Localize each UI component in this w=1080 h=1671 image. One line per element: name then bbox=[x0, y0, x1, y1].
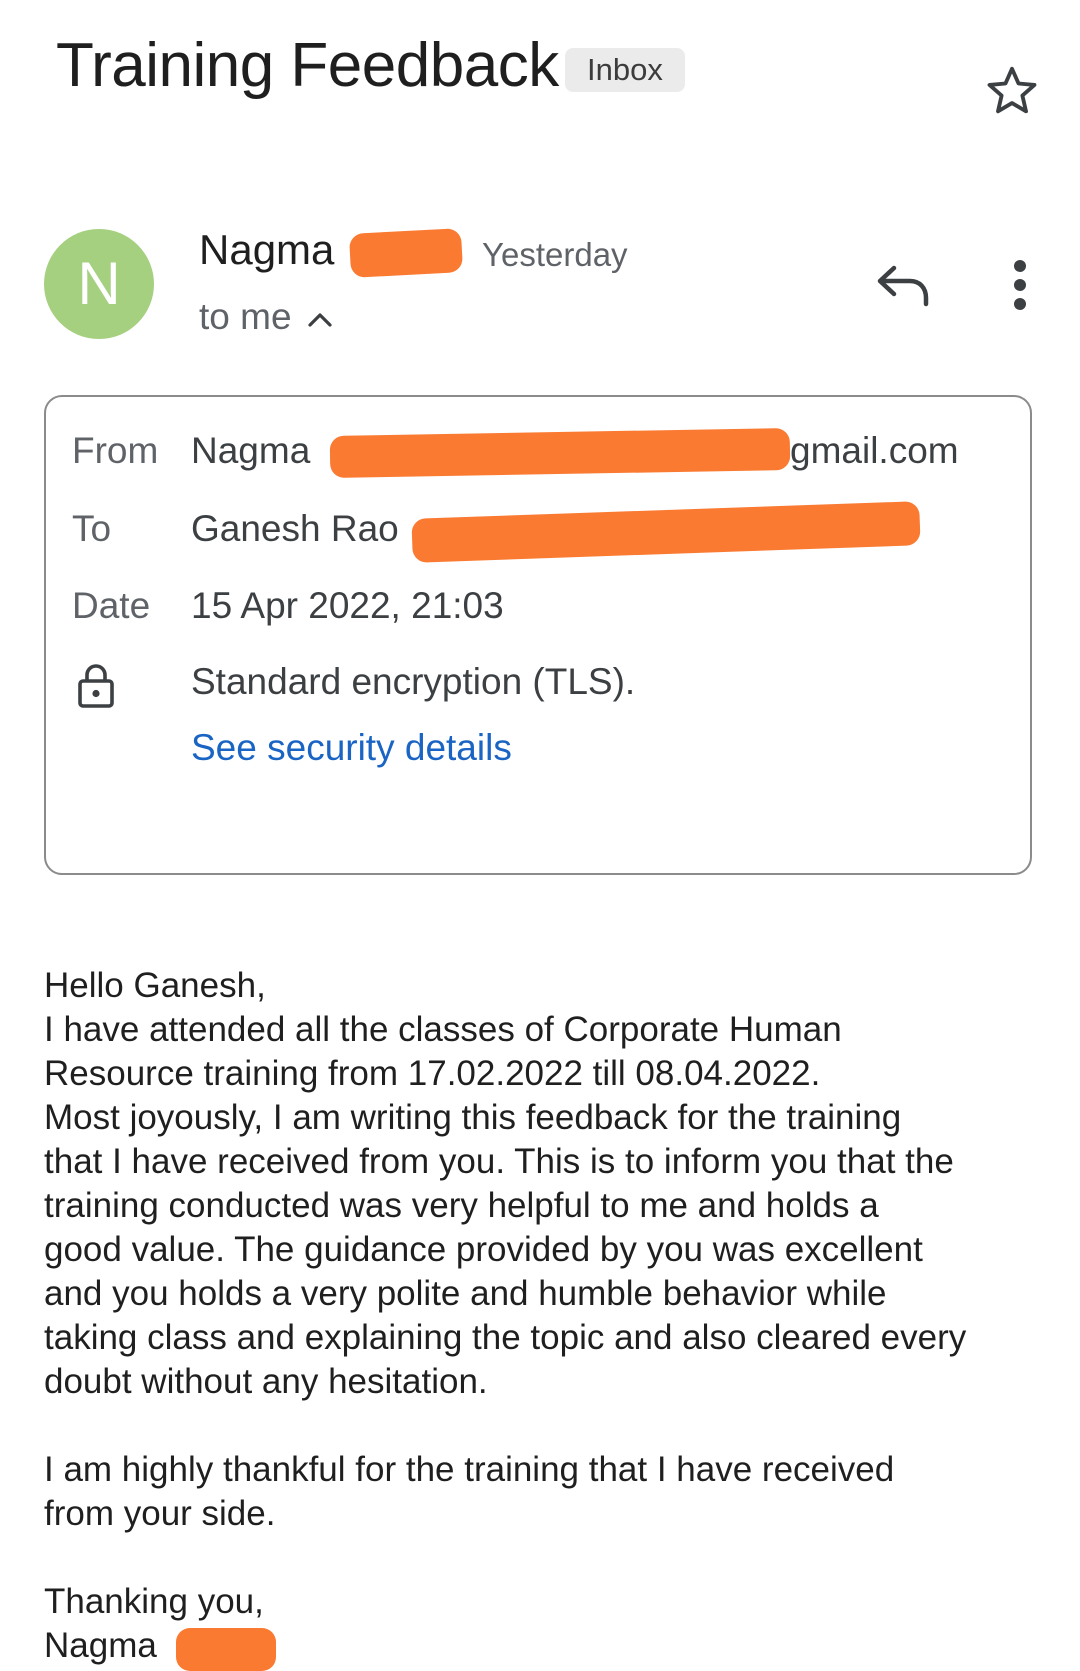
from-name: Nagma bbox=[191, 430, 311, 471]
recipient-summary: to me bbox=[199, 296, 292, 337]
date-label: Date bbox=[72, 585, 151, 626]
recipient-toggle[interactable]: to me bbox=[199, 296, 334, 338]
star-outline-icon bbox=[987, 66, 1037, 114]
inbox-label-chip[interactable]: Inbox bbox=[565, 48, 685, 92]
sender-avatar[interactable]: N bbox=[44, 229, 154, 339]
body-paragraph: I am highly thankful for the training th… bbox=[44, 1450, 895, 1533]
reply-button[interactable] bbox=[874, 262, 932, 308]
lock-icon bbox=[77, 663, 115, 709]
redaction-mark bbox=[329, 427, 791, 479]
closing-line: Thanking you, bbox=[44, 1582, 264, 1621]
to-label: To bbox=[72, 508, 112, 549]
reply-icon bbox=[877, 265, 929, 307]
encryption-text: Standard encryption (TLS). bbox=[191, 661, 636, 702]
see-security-details-link[interactable]: See security details bbox=[191, 727, 512, 769]
to-name: Ganesh Rao bbox=[191, 508, 399, 549]
chevron-up-icon bbox=[307, 313, 332, 327]
date-value: 15 Apr 2022, 21:03 bbox=[191, 585, 504, 626]
body-paragraph: Hello Ganesh, I have attended all the cl… bbox=[44, 966, 967, 1401]
sender-name[interactable]: Nagma bbox=[199, 226, 334, 274]
from-label: From bbox=[72, 430, 159, 471]
from-email-fragment: gmail.com bbox=[790, 430, 959, 471]
message-time: Yesterday bbox=[482, 236, 628, 273]
email-subject: Training Feedback bbox=[56, 31, 559, 100]
star-button[interactable] bbox=[983, 62, 1041, 120]
more-vert-icon bbox=[1014, 260, 1026, 310]
redaction-mark bbox=[176, 1628, 276, 1671]
redaction-mark bbox=[348, 228, 464, 278]
more-options-button[interactable] bbox=[1005, 259, 1035, 311]
